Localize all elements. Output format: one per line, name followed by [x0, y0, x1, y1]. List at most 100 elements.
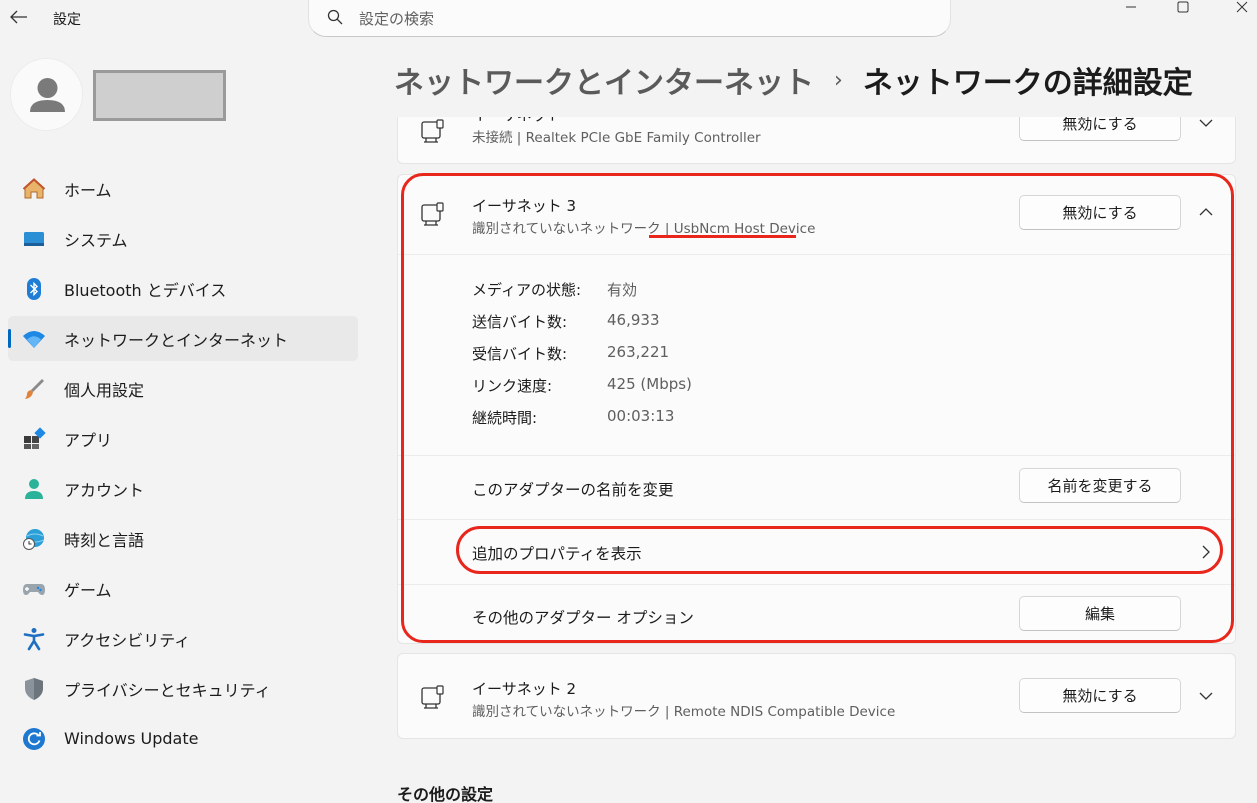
edit-button[interactable]: 編集: [1019, 596, 1181, 631]
property-label: 受信バイト数:: [472, 345, 568, 363]
adapter-name: イーサネット 2: [472, 680, 577, 698]
update-icon: [22, 727, 46, 751]
section-title-other-settings: その他の設定: [397, 785, 494, 803]
rename-button[interactable]: 名前を変更する: [1019, 468, 1181, 503]
property-value: 46,933: [607, 311, 660, 329]
sidebar-item-home[interactable]: ホーム: [8, 166, 358, 211]
sidebar-item-bluetooth[interactable]: Bluetooth とデバイス: [8, 266, 358, 311]
sidebar-item-personalization[interactable]: 個人用設定: [8, 366, 358, 411]
sidebar-item-windows-update[interactable]: Windows Update: [8, 716, 358, 761]
page-title: ネットワークの詳細設定: [862, 66, 1193, 101]
main-content: イーサネット 未接続 | Realtek PCIe GbE Family Con…: [397, 117, 1237, 803]
gamepad-icon: [22, 577, 46, 601]
adapter-name: イーサネット: [472, 117, 562, 125]
sidebar-item-label: システム: [64, 230, 128, 250]
sidebar-item-label: 個人用設定: [64, 380, 145, 400]
sidebar-item-label: プライバシーとセキュリティ: [64, 680, 271, 700]
wifi-icon: [22, 327, 46, 351]
home-icon: [22, 177, 46, 201]
user-icon: [30, 78, 65, 112]
sidebar-item-apps[interactable]: アプリ: [8, 416, 358, 461]
adapter-card-ethernet-3: イーサネット 3 識別されていないネットワーク | UsbNcm Host De…: [397, 174, 1236, 644]
ethernet-adapter-icon: [421, 119, 444, 143]
maximize-button[interactable]: [1168, 0, 1198, 14]
search-box[interactable]: 設定の検索: [308, 0, 951, 37]
accessibility-icon: [22, 627, 46, 651]
other-adapter-options-row: その他のアダプター オプション 編集: [398, 585, 1235, 645]
property-value: 263,221: [607, 343, 670, 361]
ethernet-adapter-icon: [421, 685, 444, 709]
disable-button[interactable]: 無効にする: [1019, 117, 1181, 141]
rename-adapter-row: このアダプターの名前を変更 名前を変更する: [398, 456, 1235, 519]
breadcrumb: ネットワークとインターネット › ネットワークの詳細設定: [394, 58, 1193, 102]
sidebar-item-label: アカウント: [64, 480, 145, 500]
globe-clock-icon: [22, 527, 46, 551]
sidebar-item-label: Windows Update: [64, 729, 199, 748]
other-adapter-options-label: その他のアダプター オプション: [472, 609, 694, 627]
search-input[interactable]: 設定の検索: [359, 8, 434, 29]
close-icon: [1236, 1, 1248, 13]
property-value: 425 (Mbps): [607, 375, 692, 393]
view-additional-properties-label: 追加のプロパティを表示: [472, 545, 642, 563]
adapter-description: 識別されていないネットワーク | UsbNcm Host Device: [472, 217, 815, 237]
sidebar-item-system[interactable]: システム: [8, 216, 358, 261]
back-button[interactable]: [6, 4, 32, 30]
property-label: 継続時間:: [472, 409, 538, 427]
adapter-card-ethernet-2[interactable]: イーサネット 2 識別されていないネットワーク | Remote NDIS Co…: [397, 653, 1236, 739]
sidebar-item-gaming[interactable]: ゲーム: [8, 566, 358, 611]
breadcrumb-separator: ›: [834, 67, 843, 93]
disable-button[interactable]: 無効にする: [1019, 195, 1181, 230]
ethernet-adapter-icon: [421, 202, 444, 226]
property-label: リンク速度:: [472, 377, 553, 395]
sidebar-item-label: Bluetooth とデバイス: [64, 280, 227, 300]
divider: [398, 254, 1235, 255]
property-value: 00:03:13: [607, 407, 675, 425]
brush-icon: [22, 377, 46, 401]
property-label: 送信バイト数:: [472, 313, 568, 331]
sidebar-item-accessibility[interactable]: アクセシビリティ: [8, 616, 358, 661]
rename-adapter-label: このアダプターの名前を変更: [472, 481, 674, 499]
sidebar-item-label: 時刻と言語: [64, 530, 145, 550]
property-value: 有効: [607, 281, 638, 299]
maximize-icon: [1177, 1, 1189, 13]
sidebar: ホーム システム Bluetooth とデバイス ネットワークとインターネット …: [8, 166, 358, 766]
search-icon: [327, 9, 343, 25]
sidebar-item-label: アプリ: [64, 430, 113, 450]
chevron-right-icon: [1196, 542, 1216, 562]
close-button[interactable]: [1227, 0, 1257, 14]
shield-icon: [22, 677, 46, 701]
adapter-description: 未接続 | Realtek PCIe GbE Family Controller: [472, 130, 761, 146]
bluetooth-icon: [22, 277, 46, 301]
annotation-underline-device: [649, 235, 796, 238]
sidebar-item-privacy-security[interactable]: プライバシーとセキュリティ: [8, 666, 358, 711]
sidebar-item-time-language[interactable]: 時刻と言語: [8, 516, 358, 561]
adapter-header[interactable]: イーサネット 3 識別されていないネットワーク | UsbNcm Host De…: [398, 175, 1235, 255]
chevron-down-icon[interactable]: [1196, 686, 1216, 706]
sidebar-item-network[interactable]: ネットワークとインターネット: [8, 316, 358, 361]
chevron-down-icon[interactable]: [1196, 117, 1216, 133]
minimize-icon: [1126, 6, 1136, 8]
system-icon: [22, 227, 46, 251]
sidebar-item-accounts[interactable]: アカウント: [8, 466, 358, 511]
sidebar-item-label: ゲーム: [64, 580, 112, 600]
title-bar: 設定 設定の検索: [0, 0, 1257, 40]
chevron-up-icon[interactable]: [1196, 202, 1216, 222]
account-icon: [22, 477, 46, 501]
adapter-network-status: 識別されていないネットワーク |: [472, 221, 674, 237]
sidebar-item-label: アクセシビリティ: [64, 630, 191, 650]
sidebar-item-label: ホーム: [64, 180, 112, 200]
adapter-card-ethernet[interactable]: イーサネット 未接続 | Realtek PCIe GbE Family Con…: [397, 117, 1236, 164]
back-arrow-icon: [10, 10, 27, 24]
breadcrumb-parent[interactable]: ネットワークとインターネット: [394, 58, 814, 102]
app-title: 設定: [53, 12, 81, 28]
view-additional-properties-row[interactable]: 追加のプロパティを表示: [398, 520, 1235, 584]
minimize-button[interactable]: [1116, 0, 1146, 14]
adapter-description: 識別されていないネットワーク | Remote NDIS Compatible …: [472, 704, 896, 720]
profile-name-redacted: [93, 70, 226, 121]
property-label: メディアの状態:: [472, 281, 582, 299]
apps-icon: [22, 426, 46, 451]
sidebar-item-label: ネットワークとインターネット: [64, 330, 289, 350]
avatar[interactable]: [10, 58, 83, 131]
disable-button[interactable]: 無効にする: [1019, 678, 1181, 713]
adapter-name: イーサネット 3: [472, 197, 577, 215]
